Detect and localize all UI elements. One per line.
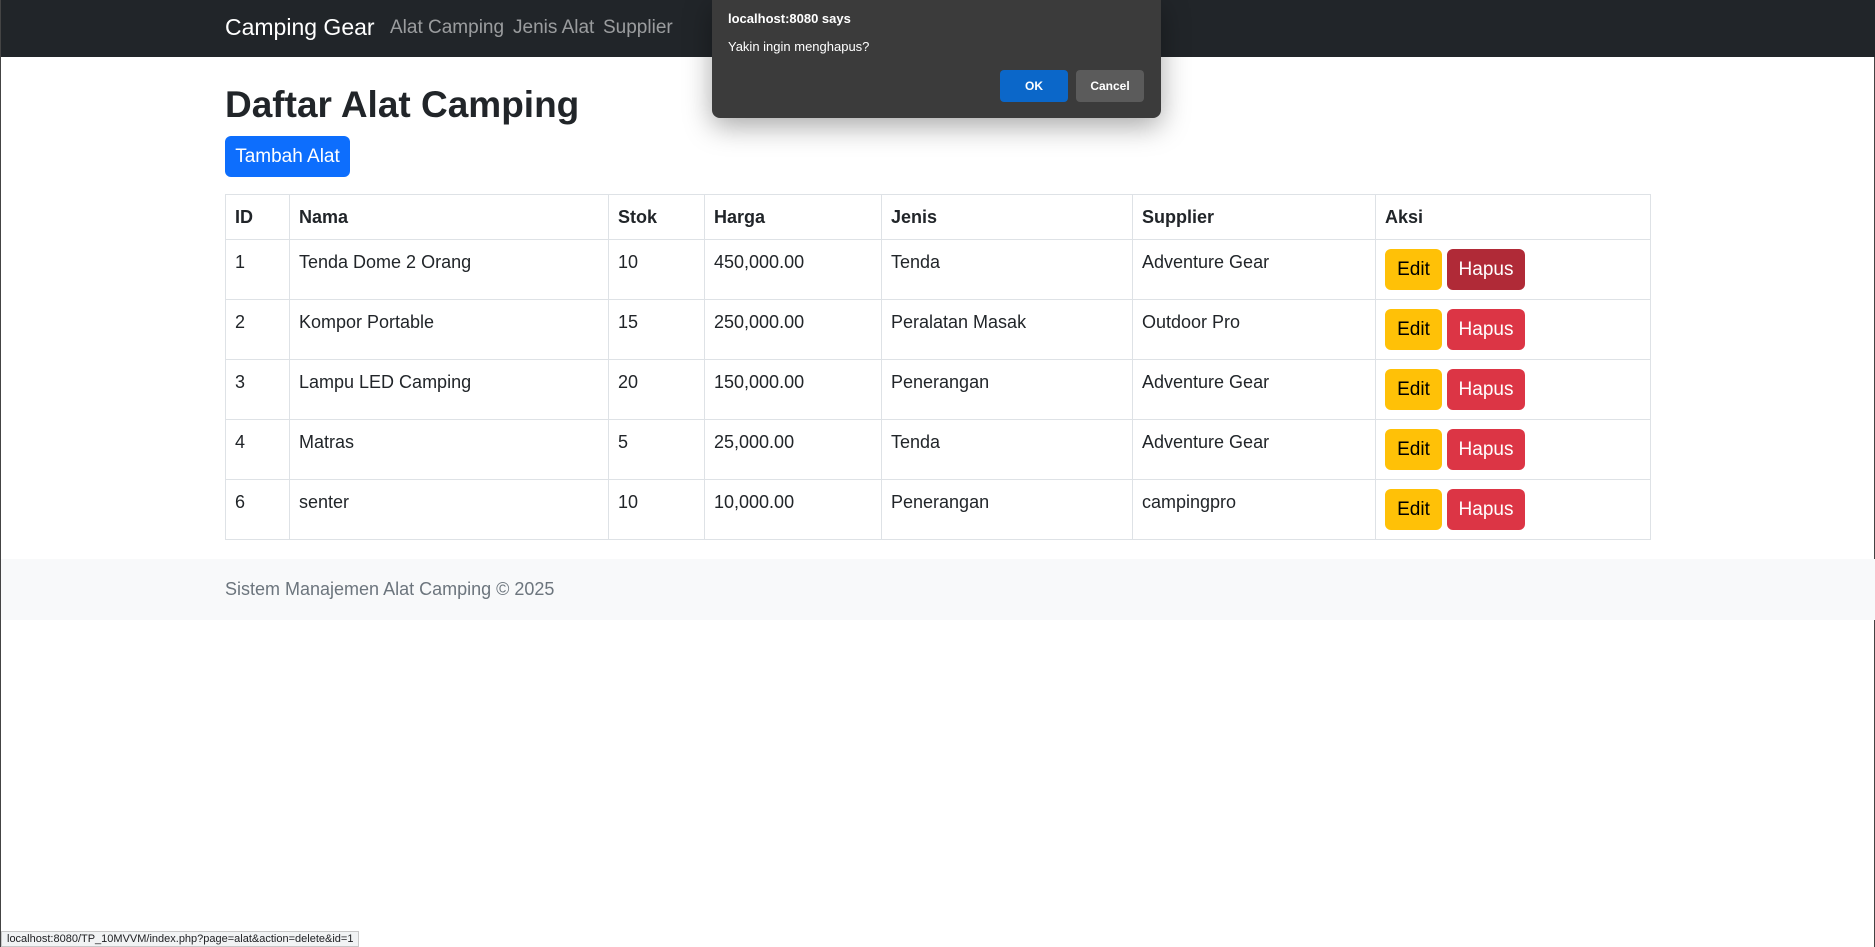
table-header-row: ID Nama Stok Harga Jenis Supplier Aksi [225,194,1651,240]
edit-button[interactable]: Edit [1385,489,1442,530]
items-table: ID Nama Stok Harga Jenis Supplier Aksi 1… [225,194,1651,540]
cell-actions: Edit Hapus [1375,479,1651,540]
column-header-harga: Harga [704,194,882,240]
cell-stok: 5 [608,419,705,480]
cell-actions: Edit Hapus [1375,299,1651,360]
cell-actions: Edit Hapus [1375,359,1651,420]
column-header-jenis: Jenis [881,194,1133,240]
cell-jenis: Tenda [881,239,1133,300]
edit-button[interactable]: Edit [1385,309,1442,350]
delete-button[interactable]: Hapus [1447,249,1525,290]
cell-harga: 250,000.00 [704,299,882,360]
cell-jenis: Penerangan [881,359,1133,420]
cell-id: 1 [225,239,290,300]
cell-nama: Kompor Portable [289,299,609,360]
column-header-aksi: Aksi [1375,194,1651,240]
nav-link-alat-camping[interactable]: Alat Camping [390,17,504,39]
status-bar-url: localhost:8080/TP_10MVVM/index.php?page=… [1,931,360,947]
navbar-brand[interactable]: Camping Gear [225,14,375,41]
cell-id: 2 [225,299,290,360]
cell-supplier: Adventure Gear [1132,359,1376,420]
edit-button[interactable]: Edit [1385,369,1442,410]
cell-stok: 10 [608,479,705,540]
cell-nama: Lampu LED Camping [289,359,609,420]
column-header-stok: Stok [608,194,705,240]
cell-nama: Matras [289,419,609,480]
delete-button[interactable]: Hapus [1447,369,1525,410]
column-header-nama: Nama [289,194,609,240]
nav-link-supplier[interactable]: Supplier [603,17,673,39]
column-header-id: ID [225,194,290,240]
dialog-ok-button[interactable]: OK [1000,70,1068,102]
cell-stok: 10 [608,239,705,300]
table-row: 6 senter 10 10,000.00 Penerangan camping… [225,479,1651,540]
cell-id: 3 [225,359,290,420]
cell-actions: Edit Hapus [1375,239,1651,300]
delete-button[interactable]: Hapus [1447,489,1525,530]
cell-jenis: Penerangan [881,479,1133,540]
page-title: Daftar Alat Camping [225,84,580,125]
cell-stok: 20 [608,359,705,420]
cell-actions: Edit Hapus [1375,419,1651,480]
delete-button[interactable]: Hapus [1447,309,1525,350]
cell-nama: Tenda Dome 2 Orang [289,239,609,300]
cell-supplier: campingpro [1132,479,1376,540]
cell-harga: 150,000.00 [704,359,882,420]
delete-button[interactable]: Hapus [1447,429,1525,470]
cell-supplier: Adventure Gear [1132,419,1376,480]
dialog-cancel-button[interactable]: Cancel [1076,70,1144,102]
cell-supplier: Outdoor Pro [1132,299,1376,360]
cell-harga: 25,000.00 [704,419,882,480]
table-row: 1 Tenda Dome 2 Orang 10 450,000.00 Tenda… [225,239,1651,300]
table-row: 4 Matras 5 25,000.00 Tenda Adventure Gea… [225,419,1651,480]
cell-supplier: Adventure Gear [1132,239,1376,300]
cell-stok: 15 [608,299,705,360]
cell-harga: 10,000.00 [704,479,882,540]
footer: Sistem Manajemen Alat Camping © 2025 [1,559,1875,620]
add-item-button[interactable]: Tambah Alat [225,136,350,177]
column-header-supplier: Supplier [1132,194,1376,240]
cell-jenis: Tenda [881,419,1133,480]
cell-id: 6 [225,479,290,540]
edit-button[interactable]: Edit [1385,429,1442,470]
edit-button[interactable]: Edit [1385,249,1442,290]
cell-harga: 450,000.00 [704,239,882,300]
nav-link-jenis-alat[interactable]: Jenis Alat [513,17,594,39]
table-row: 2 Kompor Portable 15 250,000.00 Peralata… [225,299,1651,360]
dialog-message: Yakin ingin menghapus? [728,39,870,54]
confirm-dialog: localhost:8080 says Yakin ingin menghapu… [712,0,1161,118]
dialog-title: localhost:8080 says [728,11,851,26]
cell-nama: senter [289,479,609,540]
table-row: 3 Lampu LED Camping 20 150,000.00 Penera… [225,359,1651,420]
footer-text: Sistem Manajemen Alat Camping © 2025 [225,579,555,599]
cell-jenis: Peralatan Masak [881,299,1133,360]
cell-id: 4 [225,419,290,480]
